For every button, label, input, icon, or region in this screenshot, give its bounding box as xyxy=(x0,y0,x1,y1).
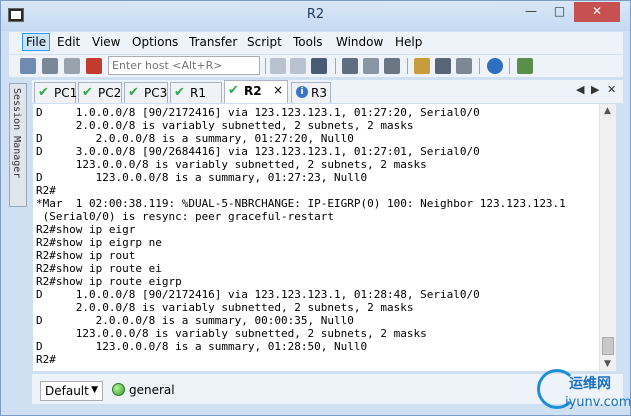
tab-label: R2 xyxy=(244,84,262,98)
terminal-line: 123.0.0.0/8 is variably subnetted, 2 sub… xyxy=(36,158,427,171)
maximize-button[interactable]: □ xyxy=(546,2,573,22)
button-bar-value: Default xyxy=(45,384,89,398)
app-window: R2 — □ ✕ File Edit View Options Transfer… xyxy=(0,0,631,416)
options-icon[interactable] xyxy=(414,58,430,74)
menu-window[interactable]: Window xyxy=(336,35,383,49)
vertical-scrollbar[interactable]: ▲ ▼ xyxy=(599,104,616,371)
printer-icon[interactable] xyxy=(384,58,400,74)
terminal-line: D 123.0.0.0/8 is a summary, 01:28:50, Nu… xyxy=(36,340,368,353)
terminal-line: 2.0.0.0/8 is variably subnetted, 2 subne… xyxy=(36,119,414,132)
menu-transfer[interactable]: Transfer xyxy=(189,35,237,49)
status-label: general xyxy=(129,383,175,397)
toolbar-separator xyxy=(265,58,266,74)
tab-scroll-right-icon[interactable]: ▶ xyxy=(591,83,599,96)
help-icon[interactable] xyxy=(487,58,503,74)
copy-icon[interactable] xyxy=(270,58,286,74)
toolbar-separator xyxy=(407,58,408,74)
tab-pc1[interactable]: ✔ PC1 xyxy=(34,82,78,103)
terminal-line: D 2.0.0.0/8 is a summary, 01:27:20, Null… xyxy=(36,132,354,145)
terminal-output[interactable]: D 1.0.0.0/8 [90/2172416] via 123.123.123… xyxy=(33,104,599,371)
host-input[interactable] xyxy=(108,56,260,75)
tab-pc2[interactable]: ✔ PC2 xyxy=(78,82,122,103)
tab-r1[interactable]: ✔ R1 xyxy=(170,82,222,103)
check-icon: ✔ xyxy=(38,85,49,100)
tab-label: PC2 xyxy=(98,86,122,100)
terminal-line: 2.0.0.0/8 is variably subnetted, 2 subne… xyxy=(36,301,414,314)
check-icon: ✔ xyxy=(174,85,185,100)
tab-scroll-left-icon[interactable]: ◀ xyxy=(576,83,584,96)
terminal-line: D 2.0.0.0/8 is a summary, 00:00:35, Null… xyxy=(36,314,354,327)
reconnect-icon[interactable] xyxy=(64,58,80,74)
toolbar-separator xyxy=(479,58,480,74)
tab-close-all-icon[interactable]: ✕ xyxy=(607,83,616,96)
terminal-line: R2#show ip rout xyxy=(36,249,136,262)
check-icon: ✔ xyxy=(128,85,139,100)
menu-script[interactable]: Script xyxy=(247,35,282,49)
scroll-up-icon[interactable]: ▲ xyxy=(604,106,611,116)
toolbar-separator xyxy=(509,58,510,74)
paste-icon[interactable] xyxy=(290,58,306,74)
terminal-line: R2# xyxy=(36,184,56,197)
tab-label: R3 xyxy=(311,86,327,100)
find-icon[interactable] xyxy=(311,58,327,74)
menu-edit[interactable]: Edit xyxy=(57,35,80,49)
sftp-icon[interactable] xyxy=(456,58,472,74)
menu-tools[interactable]: Tools xyxy=(293,35,323,49)
terminal-line: D 1.0.0.0/8 [90/2172416] via 123.123.123… xyxy=(36,288,480,301)
menu-file[interactable]: File xyxy=(22,33,51,51)
watermark-text-top: 运维网 xyxy=(569,376,611,392)
tab-bar: ✔ PC1 ✔ PC2 ✔ PC3 ✔ R1 ✔ R2 × i R3 xyxy=(32,80,623,103)
check-icon: ✔ xyxy=(82,85,93,100)
session-manager-tab[interactable]: Session Manager xyxy=(9,83,27,207)
quick-connect-icon[interactable] xyxy=(42,58,58,74)
print-icon[interactable] xyxy=(342,58,358,74)
terminal-line: R2#show ip eigr xyxy=(36,223,136,236)
tab-r2[interactable]: ✔ R2 × xyxy=(224,80,288,103)
disconnect-icon[interactable] xyxy=(86,58,102,74)
tab-r3[interactable]: i R3 xyxy=(291,82,331,103)
terminal-line: R2#show ip eigrp ne xyxy=(36,236,162,249)
tab-pc3[interactable]: ✔ PC3 xyxy=(124,82,168,103)
menu-bar: File Edit View Options Transfer Script T… xyxy=(9,32,623,54)
info-icon: i xyxy=(296,86,308,98)
chevron-down-icon: ▼ xyxy=(91,385,98,395)
minimize-button[interactable]: — xyxy=(517,2,545,22)
menu-view[interactable]: View xyxy=(92,35,120,49)
toolbar-separator xyxy=(335,58,336,74)
status-dot-icon xyxy=(112,383,125,396)
watermark-logo: 运维网 iyunv.com xyxy=(529,367,631,415)
check-icon: ✔ xyxy=(228,83,239,98)
menu-options[interactable]: Options xyxy=(132,35,178,49)
close-button[interactable]: ✕ xyxy=(574,2,620,22)
tab-label: PC1 xyxy=(54,86,78,100)
watermark-text-bottom: iyunv.com xyxy=(565,395,631,410)
session-manager-label: Session Manager xyxy=(11,88,22,179)
button-bar-select[interactable]: Default ▼ xyxy=(40,381,103,401)
log-icon[interactable] xyxy=(517,58,533,74)
scroll-thumb[interactable] xyxy=(602,337,614,355)
terminal-line: *Mar 1 02:00:38.119: %DUAL-5-NBRCHANGE: … xyxy=(36,197,566,210)
tab-close-icon[interactable]: × xyxy=(273,83,283,97)
terminal-line: (Serial0/0) is resync: peer graceful-res… xyxy=(36,210,335,223)
title-bar[interactable]: R2 — □ ✕ xyxy=(1,1,630,31)
tab-label: PC3 xyxy=(144,86,168,100)
menu-help[interactable]: Help xyxy=(395,35,422,49)
terminal-line: D 3.0.0.0/8 [90/2684416] via 123.123.123… xyxy=(36,145,480,158)
print-setup-icon[interactable] xyxy=(363,58,379,74)
terminal-line: D 1.0.0.0/8 [90/2172416] via 123.123.123… xyxy=(36,106,480,119)
tab-label: R1 xyxy=(190,86,206,100)
toolbar xyxy=(9,55,623,77)
terminal-line: R2#show ip route ei xyxy=(36,262,162,275)
connect-icon[interactable] xyxy=(20,58,36,74)
terminal-line: R2# xyxy=(36,353,56,366)
keymap-icon[interactable] xyxy=(435,58,451,74)
terminal-line: D 123.0.0.0/8 is a summary, 01:27:23, Nu… xyxy=(36,171,368,184)
terminal-line: 123.0.0.0/8 is variably subnetted, 2 sub… xyxy=(36,327,427,340)
terminal-line: R2#show ip route eigrp xyxy=(36,275,182,288)
